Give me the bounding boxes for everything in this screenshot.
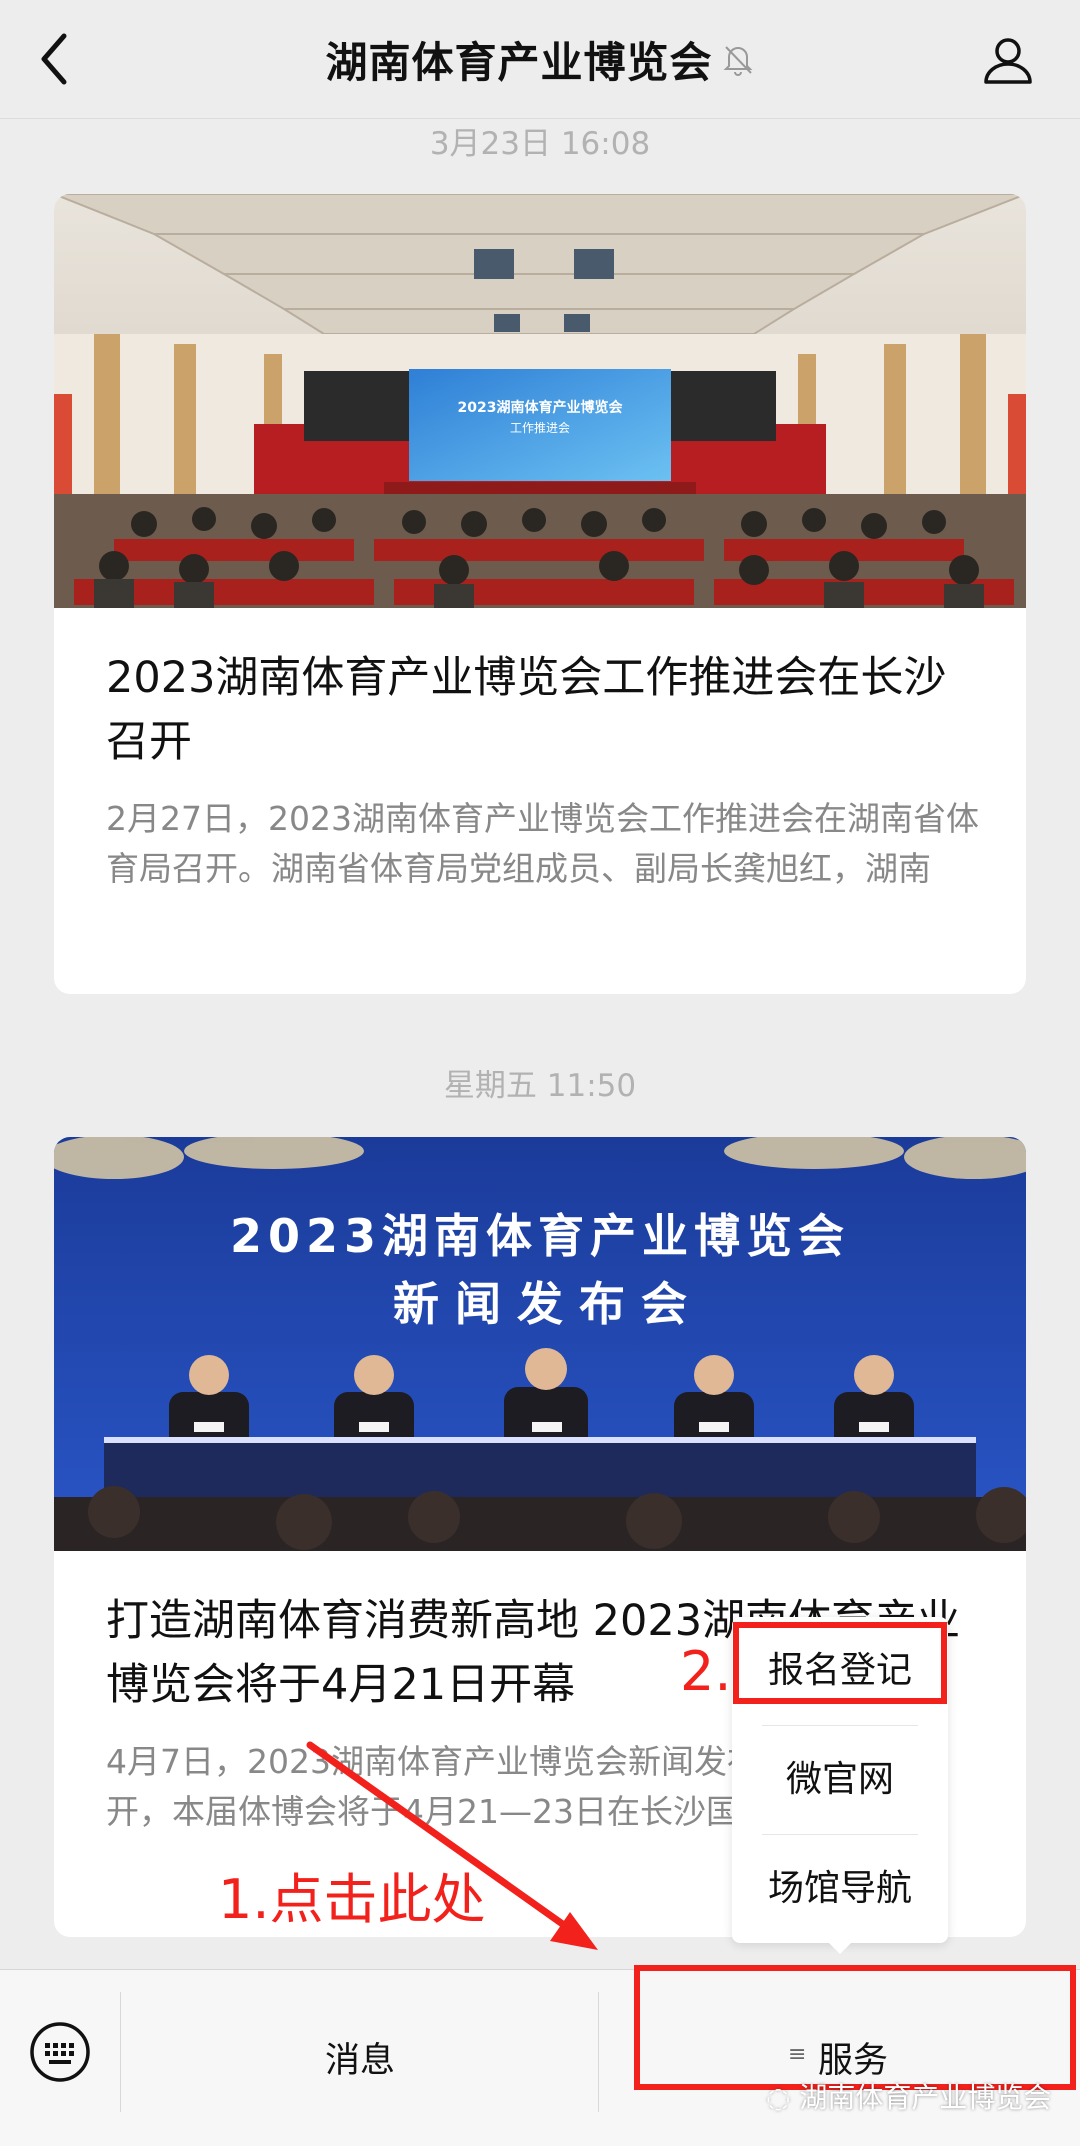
annotation-arrow <box>306 1741 598 1950</box>
watermark-logo-icon: ◌ <box>766 2081 791 2114</box>
watermark: ◌ 湖南体育产业博览会 <box>766 2076 1051 2116</box>
watermark-text: 湖南体育产业博览会 <box>799 2081 1052 2114</box>
